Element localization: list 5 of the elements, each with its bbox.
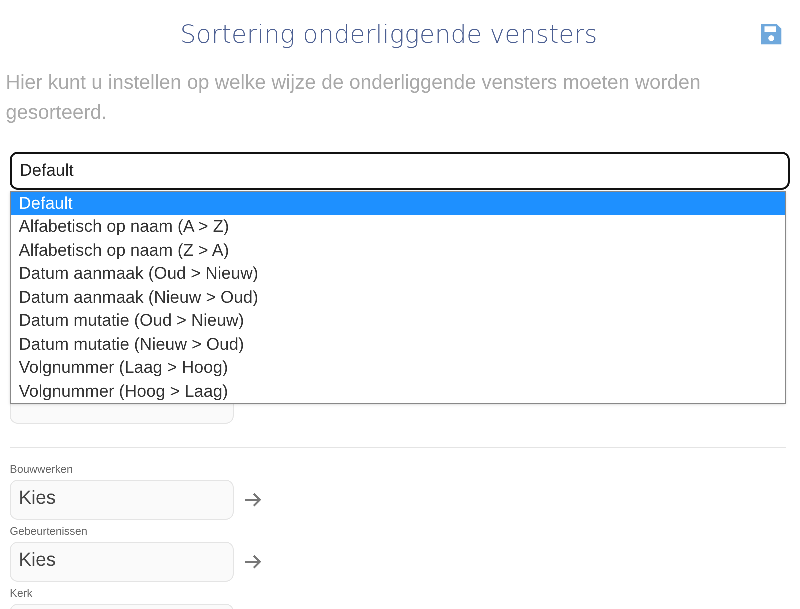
page-title: Sortering onderliggende vensters [180,19,598,51]
field-label: Bouwwerken [10,462,74,478]
description-text: Hier kunt u instellen op welke wijze de onderliggende vensters moeten worden gesorteerd. [5,70,702,126]
field-label: Kerk [10,586,34,602]
field-label: Gebeurtenissen [10,524,89,540]
